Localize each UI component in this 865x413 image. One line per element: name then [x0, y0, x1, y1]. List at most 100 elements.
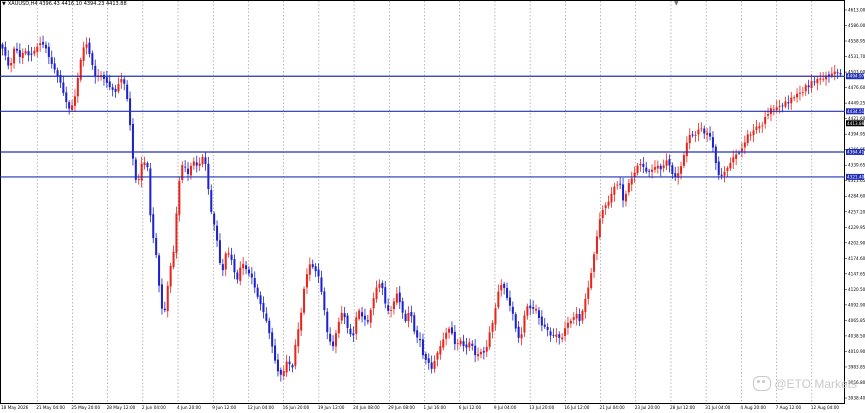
candle-body-bull [369, 309, 372, 323]
candle-body-bear [482, 351, 485, 353]
candle-body-bear [642, 163, 645, 167]
candle-body-bear [65, 92, 68, 102]
candle-body-bull [172, 251, 175, 267]
candle-body-bear [236, 272, 239, 280]
price-chart[interactable]: 18 May 2026 21 May 04:00 25 May 20:00 28 Ma… [0, 0, 865, 413]
candle-body-bull [305, 274, 308, 288]
candle-body-bear [213, 213, 216, 225]
candle-body-bear [462, 341, 465, 346]
candle-body-bear [56, 70, 59, 76]
y-tick-label: 3938.40 [848, 396, 865, 401]
x-tick-label: 7 Aug 12:00 [776, 405, 802, 410]
candle-body-bear [155, 237, 158, 255]
candle-body-bear [268, 320, 271, 334]
x-tick-label: 19 Jun 12:00 [318, 405, 345, 410]
candle-body-bear [233, 259, 236, 273]
chart-shift-marker-icon[interactable]: ▼ [674, 0, 679, 7]
candle-body-bear [720, 174, 723, 176]
candle-body-bear [204, 157, 207, 164]
candle-body-bull [520, 334, 523, 339]
candle-body-bull [439, 346, 442, 355]
candle-body-bull [535, 308, 538, 311]
candle-body-bear [529, 305, 532, 309]
candle-body-bull [201, 156, 204, 165]
candle-body-bull [700, 128, 703, 130]
candle-body-bear [717, 161, 720, 175]
candle-body-bear [91, 53, 94, 65]
candle-body-bull [564, 328, 567, 336]
x-tick-label: 1 Jul 16:00 [424, 405, 447, 410]
candle-body-bull [308, 264, 311, 275]
x-tick-label: 25 May 20:00 [71, 405, 100, 410]
candle-body-bear [247, 269, 250, 274]
candle-body-bull [392, 301, 395, 310]
candle-body-bull [726, 167, 729, 171]
candle-body-bear [250, 273, 253, 278]
candle-body-bull [685, 142, 688, 157]
collapse-arrow-icon[interactable]: ▼ [2, 1, 6, 7]
candle-body-bull [500, 284, 503, 291]
candle-body-bull [442, 339, 445, 348]
candle-body-bull [485, 346, 488, 352]
candle-body-bull [653, 167, 656, 170]
candle-body-bear [146, 163, 149, 168]
candle-body-bull [178, 181, 181, 215]
chart-canvas[interactable]: 18 May 2026 21 May 04:00 25 May 20:00 28 Ma… [0, 0, 865, 413]
candle-body-bear [807, 85, 810, 88]
candle-body-bull [735, 154, 738, 159]
symbol-ohlc-info: XAUUSD,H4 4396.43 4416.10 4394.23 4413.8… [7, 1, 127, 7]
y-tick-label: 4147.65 [848, 271, 865, 276]
x-tick-label: 9 Jul 04:00 [494, 405, 517, 410]
candle-body-bear [514, 314, 517, 329]
candle-body-bull [697, 129, 700, 135]
watermark-text: @ETO Markets [774, 376, 857, 391]
candle-body-bull [662, 165, 665, 169]
candle-body-bull [445, 332, 448, 339]
candle-body-bear [416, 330, 419, 338]
candle-body-bull [569, 320, 572, 324]
candle-body-bull [169, 265, 172, 287]
y-tick-label: 4038.50 [848, 333, 865, 338]
candle-body-bear [648, 170, 651, 172]
y-tick-label: 4092.90 [848, 302, 865, 307]
candle-body-bull [593, 254, 596, 272]
candle-body-bull [395, 293, 398, 303]
candle-body-bear [187, 168, 190, 174]
candle-body-bull [755, 126, 758, 130]
candle-body-bull [732, 157, 735, 163]
candle-body-bull [355, 317, 358, 334]
candle-body-bull [337, 321, 340, 334]
candle-body-bull [613, 186, 616, 195]
candle-body-bull [456, 343, 459, 345]
candle-body-bear [288, 361, 291, 365]
candle-body-bull [36, 46, 39, 52]
candle-body-bear [27, 51, 30, 56]
candle-body-bear [506, 287, 509, 298]
y-tick-label: 4613.00 [848, 8, 865, 13]
candle-body-bear [47, 46, 50, 58]
candle-body-bull [82, 47, 85, 61]
level-price-label: 4321.40 [847, 174, 865, 179]
candle-body-bull [746, 134, 749, 143]
candle-body-bull [21, 52, 24, 59]
candle-body-bear [366, 320, 369, 322]
candle-body-bear [703, 128, 706, 134]
y-tick-label: 4120.50 [848, 287, 865, 292]
candle-body-bear [88, 42, 91, 54]
candle-body-bull [242, 263, 245, 269]
candle-body-bull [581, 310, 584, 321]
candle-body-bull [688, 134, 691, 144]
candle-body-bear [1, 44, 4, 49]
candle-body-bear [276, 359, 279, 372]
candle-body-bull [448, 328, 451, 333]
candle-body-bull [561, 337, 564, 340]
x-tick-label: 21 Jul 04:00 [600, 405, 625, 410]
candle-body-bull [120, 79, 123, 83]
candle-body-bull [378, 284, 381, 288]
candle-body-bear [218, 240, 221, 263]
candle-body-bear [311, 264, 314, 268]
candle-body-bull [497, 291, 500, 308]
x-tick-label: 23 Jul 20:00 [635, 405, 660, 410]
candle-body-bull [816, 79, 819, 84]
y-tick-label: 4586.00 [848, 23, 865, 28]
